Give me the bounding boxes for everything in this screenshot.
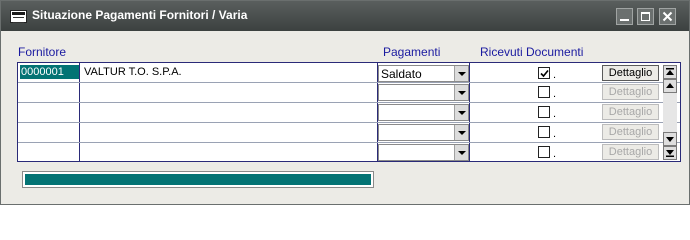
scroll-top-button[interactable]	[663, 65, 677, 79]
payments-window: Situazione Pagamenti Fornitori / Varia F…	[0, 0, 690, 205]
chevron-down-icon[interactable]	[454, 105, 468, 120]
dettaglio-button[interactable]: Dettaglio	[602, 84, 659, 100]
scroll-bottom-button[interactable]	[663, 146, 677, 160]
pagamento-value: Saldato	[381, 67, 422, 81]
maximize-button[interactable]	[637, 8, 654, 25]
grid-row-divider	[18, 82, 680, 83]
ricevuti-dot: .	[553, 128, 557, 140]
ricevuti-dot: .	[553, 88, 557, 100]
close-icon	[659, 8, 676, 25]
arrow-down-bar-icon	[666, 150, 674, 157]
chevron-down-icon[interactable]	[454, 66, 468, 81]
dettaglio-button[interactable]: Dettaglio	[602, 124, 659, 140]
progress-fill	[25, 174, 371, 185]
ricevuti-checkbox[interactable]	[538, 146, 550, 158]
dettaglio-button[interactable]: Dettaglio	[602, 104, 659, 120]
ricevuti-checkbox[interactable]	[538, 67, 550, 79]
maximize-icon	[637, 8, 654, 25]
grid-row-divider	[18, 142, 680, 143]
minimize-button[interactable]	[616, 8, 633, 25]
chevron-down-icon[interactable]	[454, 85, 468, 100]
progress-bar	[22, 171, 374, 188]
minimize-icon	[616, 8, 633, 25]
grid-column-divider	[79, 63, 80, 161]
close-button[interactable]	[659, 8, 676, 25]
grid-row-divider	[18, 102, 680, 103]
arrow-up-icon	[666, 83, 674, 88]
ricevuti-dot: .	[553, 148, 557, 160]
ricevuti-dot: .	[553, 108, 557, 120]
vertical-scrollbar[interactable]	[663, 65, 677, 160]
header-fornitore: Fornitore	[18, 45, 67, 59]
ricevuti-dot: .	[553, 69, 557, 81]
app-icon	[10, 10, 27, 23]
pagamento-select[interactable]	[378, 84, 469, 101]
scroll-up-button[interactable]	[663, 79, 677, 93]
header-ricevuti-documenti: Ricevuti Documenti	[480, 45, 584, 59]
supplier-name-cell[interactable]: VALTUR T.O. S.P.A.	[84, 65, 182, 79]
grid-column-divider	[469, 63, 470, 161]
chevron-down-icon[interactable]	[454, 125, 468, 140]
supplier-code-cell[interactable]: 0000001	[20, 65, 79, 79]
scroll-down-button[interactable]	[663, 132, 677, 146]
dettaglio-button[interactable]: Dettaglio	[602, 65, 659, 81]
ricevuti-checkbox[interactable]	[538, 86, 550, 98]
ricevuti-checkbox[interactable]	[538, 106, 550, 118]
pagamento-select[interactable]: Saldato	[378, 65, 469, 82]
title-bar[interactable]: Situazione Pagamenti Fornitori / Varia	[1, 1, 689, 31]
grid-row-divider	[18, 122, 680, 123]
arrow-up-bar-icon	[666, 68, 674, 75]
suppliers-grid: 0000001 VALTUR T.O. S.P.A. Saldato . Det…	[17, 62, 681, 162]
chevron-down-icon[interactable]	[454, 145, 468, 160]
pagamento-select[interactable]	[378, 144, 469, 161]
pagamento-select[interactable]	[378, 104, 469, 121]
dettaglio-button[interactable]: Dettaglio	[602, 144, 659, 160]
header-pagamenti: Pagamenti	[383, 45, 441, 59]
ricevuti-checkbox[interactable]	[538, 126, 550, 138]
checkmark-icon	[540, 69, 549, 78]
arrow-down-icon	[666, 137, 674, 142]
window-title: Situazione Pagamenti Fornitori / Varia	[32, 8, 248, 22]
pagamento-select[interactable]	[378, 124, 469, 141]
